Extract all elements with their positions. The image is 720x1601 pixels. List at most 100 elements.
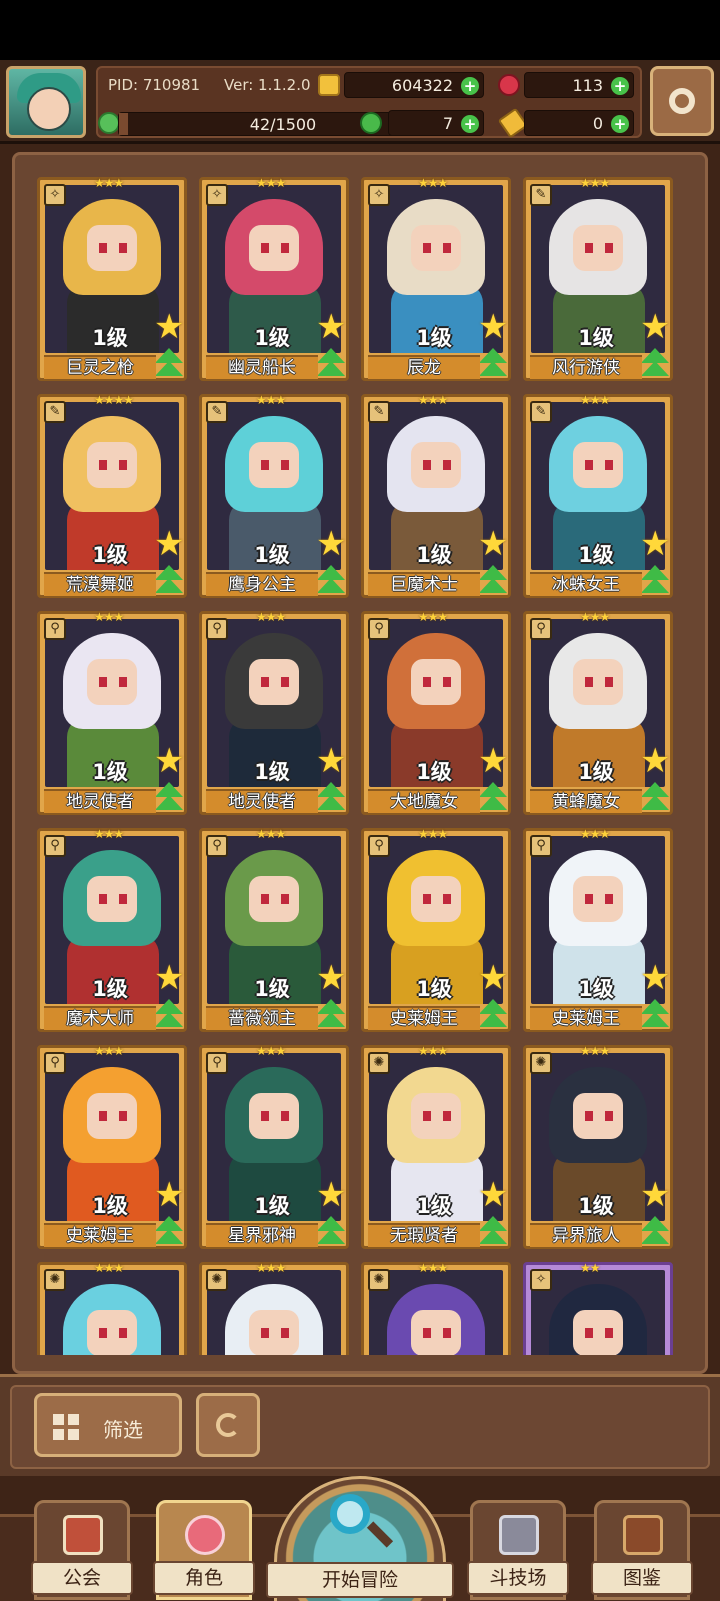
rarity-stars: ★★★ xyxy=(256,176,286,190)
portrait-eye xyxy=(423,894,431,904)
portrait-eye xyxy=(443,1111,451,1121)
character-name: 荒漠舞姬 xyxy=(44,572,156,596)
portrait-eye xyxy=(281,243,289,253)
character-card[interactable]: ⚲ ★★★ 1级 ★ 大地魔女 xyxy=(361,610,511,815)
character-card[interactable]: ⚲ ★★★ 1级 ★ 史莱姆王 xyxy=(523,827,673,1032)
rarity-stars: ★★ xyxy=(580,1261,600,1275)
character-name: 史莱姆王 xyxy=(44,1223,156,1247)
character-card[interactable]: ⚲ ★★★ 1级 ★ 地灵使者 xyxy=(199,610,349,815)
portrait-eye xyxy=(423,677,431,687)
class-icon: ✧ xyxy=(44,184,66,206)
character-card[interactable]: ✺ ★★★ 1级 ★ 无瑕贤者 xyxy=(361,1044,511,1249)
level-up-arrow-icon xyxy=(638,1216,672,1246)
portrait-eye xyxy=(119,460,127,470)
rarity-stars: ★★★ xyxy=(94,1261,124,1275)
class-icon: ✺ xyxy=(368,1269,390,1291)
portrait-face xyxy=(573,659,623,705)
portrait-face xyxy=(411,442,461,488)
character-grid[interactable]: ✧ ★★★ 1级 ★ 巨灵之枪 ✧ ★★★ 1级 ★ 幽灵船长 ✧ ★★★ 1级 ★ 辰龙 ✎ ★★★ 1级 ★ 风行… xyxy=(35,175,695,1355)
portrait-eye xyxy=(119,677,127,687)
filter-label: 筛选 xyxy=(103,1418,143,1442)
star-upgrade-icon: ★ xyxy=(478,1175,509,1215)
character-name: 魔术大师 xyxy=(44,1006,156,1030)
character-name: 地灵使者 xyxy=(44,789,156,813)
character-card[interactable]: ✎ ★★★ 1级 ★ 巨魔术士 xyxy=(361,393,511,598)
character-card[interactable]: ✎ ★★★ 1级 ★ 风行游侠 xyxy=(523,176,673,381)
character-card[interactable]: ✧ ★★★ 1级 ★ 幽灵船长 xyxy=(199,176,349,381)
character-card[interactable]: ✎ ★★★ 1级 ★ 冰蛛女王 xyxy=(523,393,673,598)
star-upgrade-icon: ★ xyxy=(640,741,671,781)
portrait-face xyxy=(573,876,623,922)
character-card[interactable]: ⚲ ★★★ 1级 ★ 黄蜂魔女 xyxy=(523,610,673,815)
character-card[interactable]: ✺ ★★★ xyxy=(199,1261,349,1355)
character-icon xyxy=(185,1515,225,1555)
character-card[interactable]: ✧ ★★★ 1级 ★ 辰龙 xyxy=(361,176,511,381)
class-icon: ✎ xyxy=(44,401,66,423)
character-level: 1级 xyxy=(578,760,614,784)
portrait-face xyxy=(87,225,137,271)
character-card[interactable]: ✺ ★★★ 1级 ★ 异界旅人 xyxy=(523,1044,673,1249)
character-level: 1级 xyxy=(92,1194,128,1218)
nav-codex[interactable]: 图鉴 xyxy=(591,1500,693,1600)
level-up-arrow-icon xyxy=(152,782,186,812)
nav-guild[interactable]: 公会 xyxy=(31,1500,133,1600)
character-card[interactable]: ⚲ ★★★ 1级 ★ 蔷薇领主 xyxy=(199,827,349,1032)
nav-arena[interactable]: 斗技场 xyxy=(467,1500,569,1600)
rarity-stars: ★★★ xyxy=(94,176,124,190)
level-up-arrow-icon xyxy=(476,782,510,812)
add-gem-button[interactable]: + xyxy=(611,77,629,95)
rarity-stars: ★★★ xyxy=(256,1261,286,1275)
portrait-face xyxy=(249,1093,299,1139)
character-card[interactable]: ✺ ★★★ xyxy=(37,1261,187,1355)
star-upgrade-icon: ★ xyxy=(478,958,509,998)
player-avatar[interactable] xyxy=(6,66,86,138)
character-card[interactable]: ⚲ ★★★ 1级 ★ 史莱姆王 xyxy=(361,827,511,1032)
class-icon: ⚲ xyxy=(44,835,66,857)
character-card[interactable]: ✎ ★★★ 1级 ★ 鹰身公主 xyxy=(199,393,349,598)
star-upgrade-icon: ★ xyxy=(478,307,509,347)
class-icon: ✺ xyxy=(44,1269,66,1291)
portrait-eye xyxy=(281,677,289,687)
portrait-eye xyxy=(119,1328,127,1338)
character-card[interactable]: ⚲ ★★★ 1级 ★ 史莱姆王 xyxy=(37,1044,187,1249)
character-card[interactable]: ✧ ★★★ 1级 ★ 巨灵之枪 xyxy=(37,176,187,381)
character-card[interactable]: ⚲ ★★★ 1级 ★ 魔术大师 xyxy=(37,827,187,1032)
star-upgrade-icon: ★ xyxy=(154,524,185,564)
add-gold-button[interactable]: + xyxy=(461,77,479,95)
portrait-eye xyxy=(281,1328,289,1338)
rarity-stars: ★★★ xyxy=(256,1044,286,1058)
add-key-button[interactable]: + xyxy=(611,115,629,133)
character-card[interactable]: ✧ ★★ xyxy=(523,1261,673,1355)
rarity-stars: ★★★ xyxy=(580,610,610,624)
add-clover-button[interactable]: + xyxy=(461,115,479,133)
refresh-button[interactable] xyxy=(196,1393,260,1457)
star-upgrade-icon: ★ xyxy=(154,1175,185,1215)
nav-character[interactable]: 角色 xyxy=(153,1500,255,1600)
portrait-eye xyxy=(443,1328,451,1338)
portrait-eye xyxy=(281,894,289,904)
class-icon: ✎ xyxy=(206,401,228,423)
character-card[interactable]: ⚲ ★★★ 1级 ★ 地灵使者 xyxy=(37,610,187,815)
portrait-eye xyxy=(261,460,269,470)
level-up-arrow-icon xyxy=(314,782,348,812)
character-name: 地灵使者 xyxy=(206,789,318,813)
gem-value: 113 xyxy=(572,76,603,95)
level-up-arrow-icon xyxy=(152,999,186,1029)
character-card[interactable]: ✎ ★★★★ 1级 ★ 荒漠舞姬 xyxy=(37,393,187,598)
filter-button[interactable]: 筛选 xyxy=(34,1393,182,1457)
settings-button[interactable] xyxy=(650,66,714,136)
star-upgrade-icon: ★ xyxy=(154,307,185,347)
portrait-eye xyxy=(423,460,431,470)
character-card[interactable]: ✺ ★★★ xyxy=(361,1261,511,1355)
character-card[interactable]: ⚲ ★★★ 1级 ★ 星界邪神 xyxy=(199,1044,349,1249)
rarity-stars: ★★★ xyxy=(256,393,286,407)
class-icon: ⚲ xyxy=(368,618,390,640)
portrait-eye xyxy=(605,243,613,253)
portrait-face xyxy=(411,1310,461,1355)
key-counter: 0 + xyxy=(524,110,634,136)
character-level: 1级 xyxy=(578,326,614,350)
character-level: 1级 xyxy=(416,543,452,567)
portrait-eye xyxy=(585,894,593,904)
start-adventure-button[interactable]: 开始冒险 xyxy=(266,1476,454,1601)
class-icon: ⚲ xyxy=(368,835,390,857)
